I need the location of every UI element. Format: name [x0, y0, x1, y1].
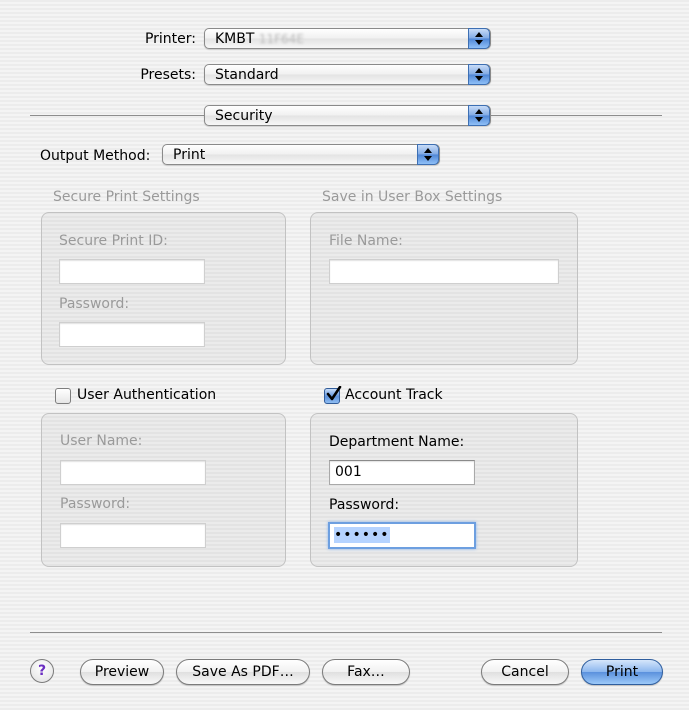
question-mark-icon: ?: [37, 663, 47, 679]
fax-button[interactable]: Fax…: [322, 659, 410, 685]
preview-button[interactable]: Preview: [80, 659, 164, 685]
output-method-popup[interactable]: Print: [162, 144, 440, 165]
bottom-divider: [30, 632, 662, 633]
panel-value: Security: [215, 108, 273, 124]
up-down-arrows-icon: [417, 144, 439, 165]
secure-print-title: Secure Print Settings: [53, 189, 200, 205]
printer-value: KMBT 11F64E: [215, 31, 304, 47]
cancel-button[interactable]: Cancel: [481, 659, 569, 685]
panel-popup[interactable]: Security: [204, 105, 491, 126]
department-name-field[interactable]: 001: [329, 460, 475, 485]
checkmark-icon: [326, 386, 342, 401]
secure-print-password-field[interactable]: [59, 322, 205, 347]
user-box-title: Save in User Box Settings: [322, 189, 503, 205]
print-button[interactable]: Print: [581, 659, 663, 685]
up-down-arrows-icon: [468, 28, 490, 49]
up-down-arrows-icon: [468, 105, 490, 126]
up-down-arrows-icon: [468, 64, 490, 85]
department-name-label: Department Name:: [329, 434, 465, 450]
output-method-value: Print: [173, 147, 206, 163]
account-track-label: Account Track: [345, 387, 443, 403]
user-name-field[interactable]: [60, 460, 206, 485]
user-authentication-checkbox[interactable]: [55, 388, 71, 404]
presets-popup[interactable]: Standard: [204, 64, 491, 85]
user-name-label: User Name:: [60, 433, 143, 449]
presets-value: Standard: [215, 67, 279, 83]
printer-value-redacted: 11F64E: [258, 32, 304, 46]
secure-print-id-field[interactable]: [59, 259, 205, 284]
save-as-pdf-button[interactable]: Save As PDF…: [176, 659, 310, 685]
printer-popup[interactable]: KMBT 11F64E: [204, 28, 491, 49]
file-name-label: File Name:: [329, 233, 403, 249]
user-auth-password-label: Password:: [60, 496, 131, 512]
user-authentication-label: User Authentication: [77, 387, 217, 403]
file-name-field[interactable]: [329, 259, 559, 284]
secure-print-password-label: Password:: [59, 296, 130, 312]
user-auth-password-field[interactable]: [60, 523, 206, 548]
printer-label: Printer:: [144, 31, 196, 47]
presets-label: Presets:: [140, 67, 196, 83]
account-track-password-field[interactable]: ••••••: [328, 522, 476, 549]
output-method-label: Output Method:: [40, 148, 151, 164]
account-track-checkbox[interactable]: [324, 386, 342, 404]
help-button[interactable]: ?: [30, 659, 54, 683]
secure-print-id-label: Secure Print ID:: [59, 233, 168, 249]
account-track-password-label: Password:: [329, 497, 400, 513]
